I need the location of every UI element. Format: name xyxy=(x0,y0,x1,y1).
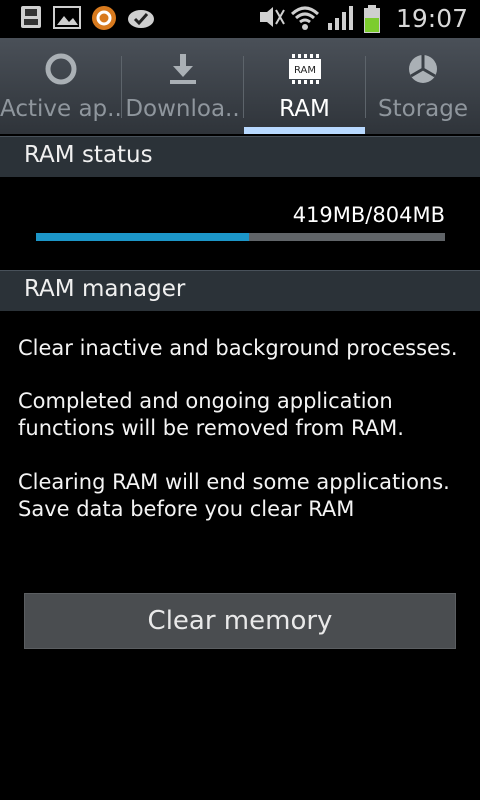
ram-icon: RAM xyxy=(287,52,323,90)
ram-usage-bar-fill xyxy=(36,233,250,241)
ram-manager-paragraph-3: Clearing RAM will end some applications.… xyxy=(18,470,450,521)
active-tab-indicator xyxy=(244,127,365,134)
sd-card-icon xyxy=(18,4,44,34)
active-apps-icon xyxy=(44,52,78,90)
ram-usage-text: 419MB/804MB xyxy=(292,203,445,227)
ram-manager-paragraph-1: Clear inactive and background processes. xyxy=(18,336,458,360)
section-title: RAM status xyxy=(24,142,153,168)
clear-memory-button[interactable]: Clear memory xyxy=(24,593,456,649)
tab-label: RAM xyxy=(279,96,330,122)
section-title: RAM manager xyxy=(24,276,186,302)
clock: 19:07 xyxy=(395,4,468,33)
gallery-icon xyxy=(52,4,82,34)
silent-mode-icon xyxy=(257,4,287,34)
battery-icon xyxy=(362,4,382,38)
tab-label: Storage xyxy=(378,96,468,122)
ram-manager-paragraph-2: Completed and ongoing application functi… xyxy=(18,389,404,440)
app-icon xyxy=(90,4,118,36)
tab-bar: Active ap.. Downloa.. RAM RAM Storage xyxy=(0,38,480,134)
sync-icon xyxy=(126,4,156,34)
section-header-ram-manager: RAM manager xyxy=(0,270,480,311)
storage-icon xyxy=(406,52,440,90)
tab-downloaded[interactable]: Downloa.. xyxy=(122,38,243,134)
section-header-ram-status: RAM status xyxy=(0,136,480,177)
ram-usage-bar xyxy=(36,233,445,241)
tab-label: Active ap.. xyxy=(0,96,121,122)
tab-ram[interactable]: RAM RAM xyxy=(244,38,365,134)
signal-icon xyxy=(326,4,354,36)
status-bar: 19:07 xyxy=(0,0,480,38)
tab-storage[interactable]: Storage xyxy=(366,38,480,134)
svg-text:RAM: RAM xyxy=(293,65,315,76)
tab-active-apps[interactable]: Active ap.. xyxy=(0,38,121,134)
download-icon xyxy=(166,52,200,90)
wifi-icon xyxy=(290,4,320,36)
tab-label: Downloa.. xyxy=(125,96,240,122)
